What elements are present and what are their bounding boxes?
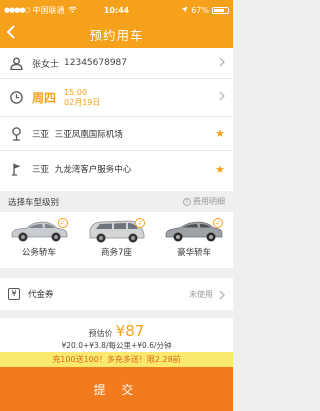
coupon-row[interactable]: ¥ 代金券 未使用: [0, 278, 233, 310]
price-area: 预估价 ¥87 ¥20.0+¥3.8/每公里+¥0.6/分钟: [0, 318, 233, 352]
schedule-row[interactable]: 周四 15:00 02月19日: [0, 79, 233, 117]
dropoff-city: 三亚: [32, 165, 50, 175]
car-option-label: 豪华轿车: [177, 248, 212, 258]
price-value: ¥87: [115, 322, 145, 340]
pickup-row[interactable]: 三亚 三亚凤凰国际机场 ★: [0, 117, 233, 151]
person-icon: [8, 57, 24, 70]
chevron-right-icon: [219, 91, 225, 104]
coupon-label: 代金券: [28, 290, 54, 300]
star-icon[interactable]: ★: [215, 127, 225, 140]
pickup-city: 三亚: [32, 129, 50, 140]
coupon-state: 未使用: [189, 289, 213, 299]
pickup-place: 三亚凤凰国际机场: [54, 129, 123, 140]
chevron-right-icon: [219, 285, 225, 304]
schedule-weekday: 周四: [32, 91, 57, 105]
car-options: ✓ 公务轿车 ✓ 商务7座 ✓ 豪华轿车: [0, 212, 233, 268]
car-option-mpv[interactable]: ✓ 商务7座: [81, 218, 151, 258]
chevron-left-icon: [6, 25, 15, 39]
schedule-date: 02月19日: [64, 97, 101, 107]
wifi-icon: [67, 6, 77, 15]
price-label: 预估价: [88, 329, 113, 338]
booking-info-card: 张女士 12345678987 周四 15:00 02月19日 三亚 三亚凤凰国…: [0, 48, 233, 191]
dropoff-place: 九龙湾客户服务中心: [54, 165, 132, 175]
coupon-icon: ¥: [8, 288, 20, 300]
car-option-sedan[interactable]: ✓ 公务轿车: [4, 218, 74, 258]
dropoff-row[interactable]: 三亚 九龙湾客户服务中心 ★: [0, 151, 233, 187]
car-option-label: 公务轿车: [21, 248, 56, 258]
back-button[interactable]: [6, 24, 16, 44]
location-pin-icon: [8, 126, 24, 141]
car-option-label: 商务7座: [101, 248, 132, 258]
promo-banner[interactable]: 充100送100！多充多送！限2.28前: [0, 352, 233, 367]
car-option-luxury[interactable]: ✓ 豪华轿车: [159, 218, 229, 258]
page-title: 预约用车: [89, 27, 144, 43]
battery-percent: 67%: [191, 5, 209, 15]
schedule-time: 15:00: [64, 87, 88, 97]
star-icon[interactable]: ★: [215, 163, 225, 176]
battery-icon: [212, 6, 229, 14]
car-level-title: 选择车型级别: [8, 197, 60, 208]
contact-name: 张女士: [32, 59, 60, 70]
chevron-right-icon: [219, 57, 225, 70]
flag-icon: [8, 162, 24, 176]
contact-row[interactable]: 张女士 12345678987: [0, 48, 233, 79]
fee-detail-link[interactable]: ? 费用明细: [183, 196, 225, 207]
fee-detail-label: 费用明细: [193, 197, 225, 206]
contact-phone: 12345678987: [64, 58, 128, 68]
location-arrow-icon: [181, 6, 188, 15]
check-icon: ✓: [57, 218, 68, 228]
carrier-label: 中国联通: [32, 5, 65, 15]
status-bar: ●●●●○ 中国联通 10:44 67%: [0, 0, 233, 20]
clock-icon: [8, 91, 24, 104]
price-detail: ¥20.0+¥3.8/每公里+¥0.6/分钟: [61, 341, 172, 350]
submit-button[interactable]: 提 交: [0, 367, 233, 411]
signal-icon: ●●●●○: [4, 6, 31, 14]
nav-bar: 预约用车: [0, 20, 233, 48]
car-level-header: 选择车型级别 ? 费用明细: [0, 191, 233, 212]
question-icon: ?: [183, 197, 191, 206]
